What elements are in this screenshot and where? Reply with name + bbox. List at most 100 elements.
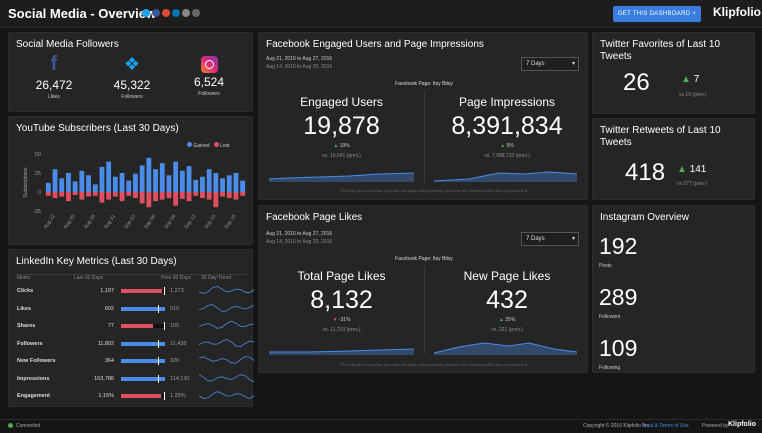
fb-engaged-note: *This Klip does not show your data for t… [339,188,529,193]
fb-likes-trend-lines [269,342,578,355]
bar-gained [173,161,179,192]
bar-lost [200,192,205,199]
bar-gained [146,157,152,192]
linkedin-col-metric: Metric [17,275,31,281]
fb-engaged-trend-lines [268,171,578,182]
bar-gained [106,161,112,192]
linkedin-bar-fill [121,289,163,293]
bar-lost [179,192,185,199]
bar-lost [119,192,125,202]
footer-brand[interactable]: Klipfolio [728,421,756,428]
bar-lost [139,192,145,204]
linkedin-share-icon[interactable] [172,9,180,17]
bar-lost [45,192,51,196]
page-title: Social Media - Overview [8,6,157,21]
bar-gained [233,173,239,192]
followers-title: Social Media Followers [16,39,119,50]
x-tick-label: Sep 15 [203,214,217,231]
bar-gained [86,175,91,192]
facebook-icon: f [50,53,58,75]
bar-gained [79,170,85,192]
followers-panel: Social Media Followers f 26,472 Likes ❖ 45,3… [8,32,253,112]
linkedin-trend-sparkline [199,356,255,364]
linkedin-metric-name: Followers [17,340,43,347]
follower-stat: ❖ 45,322 Followers [104,54,160,100]
linkedin-bar-fill [121,394,162,398]
x-tick-label: Aug 28 [83,214,97,231]
linkedin-prev30: 105 [170,323,180,329]
linkedin-last30: 11,802 [97,340,114,347]
linkedin-metric-name: Shares [17,323,36,329]
bar-lost [126,192,132,196]
linkedin-last30: 1.15% [98,393,114,399]
follower-stat: 6,524 Followers [181,54,237,97]
linkedin-prev-marker [158,304,160,313]
linkedin-title: LinkedIn Key Metrics (Last 30 Days) [16,256,177,267]
follower-stat: f 26,472 Likes [26,54,82,100]
bar-lost [240,192,246,196]
facebook-share-icon[interactable] [152,9,160,17]
bar-gained [220,178,225,192]
tw-rt-title: Twitter Retweets of Last 10 Tweets [600,125,721,148]
terms-link[interactable]: Trust & Terms of Use [642,423,689,429]
linkedin-last30: 163,786 [94,375,114,382]
linkedin-trend-sparkline [199,320,255,329]
tw-fav-prev: vs 19 (prev.) [679,92,707,98]
bar-gained [126,180,132,192]
linkedin-col-last30: Last 30 Days [74,275,104,281]
bar-lost [146,192,152,208]
tw-rt-change: ▲ 141 [677,164,706,175]
bar-gained [213,173,219,192]
tw-rt-change-value: 141 [689,164,707,175]
y-tick-label: 0 [38,190,41,196]
bar-lost [59,192,65,197]
bar-gained [159,163,165,192]
bar-lost [72,192,78,196]
linkedin-trend-sparkline [199,373,255,382]
linkedin-trend-sparkline [199,391,255,400]
twitter-share-icon[interactable] [142,9,150,17]
google-share-icon[interactable] [162,9,170,17]
instagram-stat: 109 Following [599,335,637,371]
linkedin-prev30: 326 [170,358,180,364]
up-arrow-icon: ▲ [677,164,687,175]
bar-gained [240,180,246,192]
linkedin-trend-sparkline [199,303,255,312]
follower-label: Likes [48,94,60,100]
y-axis-label: Subscriptions [23,167,29,198]
bar-gained [179,170,185,192]
bar-gained [133,173,138,192]
brand-text: Klipfolio [713,5,761,19]
email-share-icon[interactable] [182,9,190,17]
bar-lost [86,192,91,197]
follower-label: Followers [121,94,143,100]
linkedin-prev-marker [158,374,160,383]
instagram-stat: 192 Posts [599,233,637,269]
linkedin-prev-marker [164,287,166,295]
brand-logo[interactable]: Klipfolio [713,5,761,19]
tw-rt-prev: vs 277 (prev.) [677,181,708,187]
x-tick-label: Aug 31 [103,214,117,231]
linkedin-prev30: 114,130 [170,375,190,382]
bar-gained [119,173,125,192]
x-tick-label: Sep 03 [123,214,137,231]
get-dashboard-button[interactable]: GET THIS DASHBOARD + [613,6,701,22]
linkedin-last30: 602 [104,305,114,312]
bar-lost [220,192,225,197]
linkedin-panel: LinkedIn Key Metrics (Last 30 Days) Metr… [8,249,255,407]
x-tick-label: Sep 09 [163,214,177,231]
bar-lost [112,192,118,197]
bar-lost [99,192,105,203]
bar-gained [72,181,78,192]
linkedin-prev-marker [158,339,160,348]
bar-lost [79,192,85,200]
connected-status-icon [8,423,13,428]
copyright: Copyright © 2016 Klipfolio Inc. [583,423,651,429]
y-tick-label: 50 [35,152,41,158]
bar-lost [52,192,58,199]
linkedin-row: Shares 77 105 [9,320,255,337]
up-arrow-icon: ▲ [681,74,691,85]
bar-lost [213,192,219,208]
link-share-icon[interactable] [192,9,200,17]
bar-gained [166,175,172,192]
